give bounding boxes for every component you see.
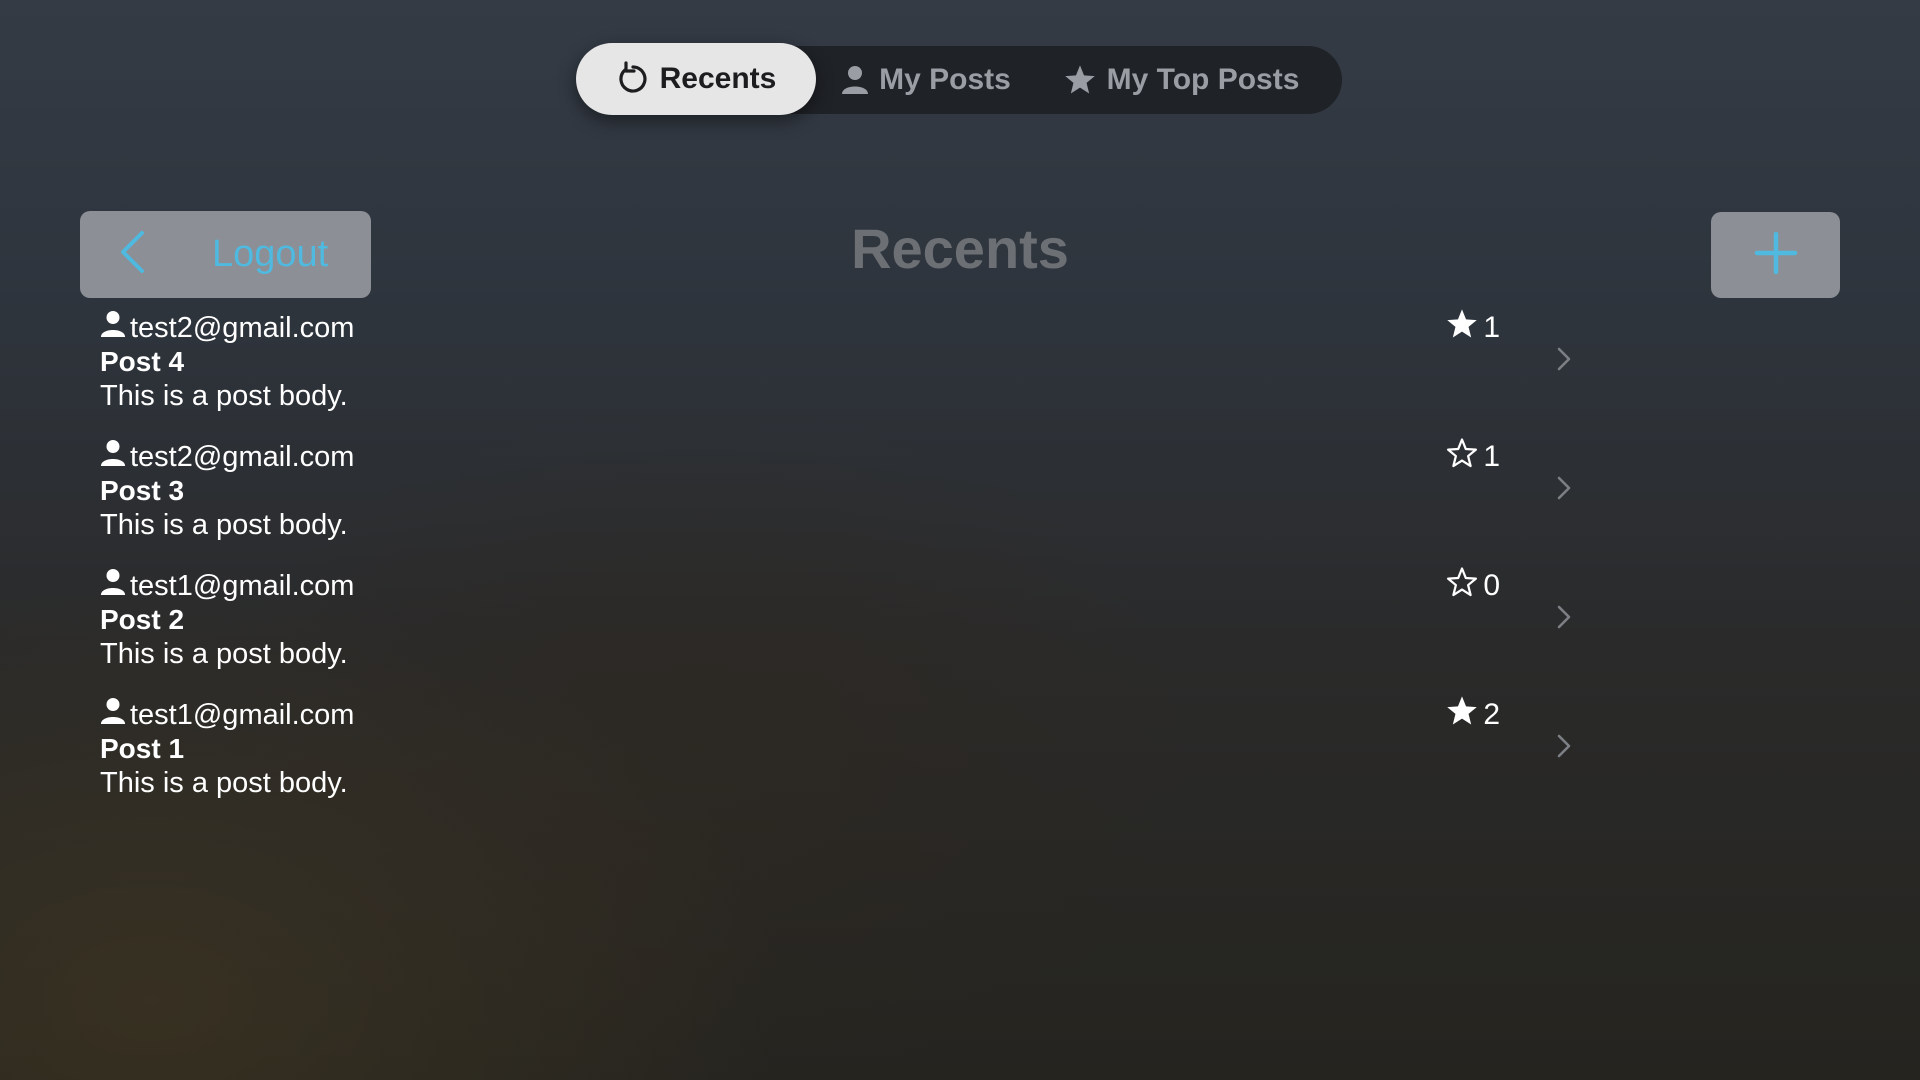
post-title: Post 1 xyxy=(100,733,185,764)
post-body: This is a post body. xyxy=(100,767,348,799)
person-icon xyxy=(100,568,126,604)
post-author-email: test2@gmail.com xyxy=(130,311,355,344)
post-row[interactable]: test1@gmail.com Post 2 This is a post bo… xyxy=(80,562,1840,691)
post-title: Post 3 xyxy=(100,475,185,506)
post-body: This is a post body. xyxy=(100,638,348,670)
tab-my-posts-label: My Posts xyxy=(879,63,1011,96)
person-icon xyxy=(100,697,126,733)
post-row[interactable]: test2@gmail.com Post 4 This is a post bo… xyxy=(80,304,1840,433)
star-filled-icon xyxy=(1445,308,1479,348)
tab-recents-label: Recents xyxy=(659,62,777,95)
post-list: test2@gmail.com Post 4 This is a post bo… xyxy=(80,304,1840,820)
post-author: test1@gmail.com xyxy=(100,568,354,604)
star-count: 2 xyxy=(1483,698,1500,731)
post-row[interactable]: test2@gmail.com Post 3 This is a post bo… xyxy=(80,433,1840,562)
tab-my-top-posts[interactable]: My Top Posts xyxy=(1036,46,1326,114)
page-title: Recents xyxy=(851,217,1069,280)
post-author-email: test1@gmail.com xyxy=(130,569,355,602)
post-author: test1@gmail.com xyxy=(100,697,354,733)
post-row[interactable]: test1@gmail.com Post 1 This is a post bo… xyxy=(80,691,1840,820)
add-post-button[interactable] xyxy=(1711,212,1840,298)
post-author: test2@gmail.com xyxy=(100,439,354,475)
person-icon xyxy=(100,310,126,346)
star-count: 0 xyxy=(1483,569,1500,602)
tab-my-posts[interactable]: My Posts xyxy=(816,46,1036,114)
chevron-right-icon xyxy=(1556,604,1572,635)
refresh-icon xyxy=(616,61,650,97)
chevron-right-icon xyxy=(1556,475,1572,506)
person-icon xyxy=(841,65,869,95)
post-author-email: test1@gmail.com xyxy=(130,698,355,731)
star-count-button[interactable]: 1 xyxy=(1445,308,1500,348)
star-filled-icon xyxy=(1445,695,1479,735)
star-icon xyxy=(1063,64,1097,96)
star-outline-icon xyxy=(1445,437,1479,477)
tab-bar: Recents My Posts My Top Posts xyxy=(576,43,1342,115)
post-body: This is a post body. xyxy=(100,380,348,412)
star-count-button[interactable]: 2 xyxy=(1445,695,1500,735)
tab-my-top-posts-label: My Top Posts xyxy=(1106,63,1300,96)
post-title: Post 2 xyxy=(100,604,185,635)
star-count-button[interactable]: 1 xyxy=(1445,437,1500,477)
star-count: 1 xyxy=(1483,440,1500,473)
star-count-button[interactable]: 0 xyxy=(1445,566,1500,606)
post-author-email: test2@gmail.com xyxy=(130,440,355,473)
star-count: 1 xyxy=(1483,311,1500,344)
person-icon xyxy=(100,439,126,475)
tab-recents[interactable]: Recents xyxy=(576,43,816,115)
post-title: Post 4 xyxy=(100,346,185,377)
post-author: test2@gmail.com xyxy=(100,310,354,346)
chevron-right-icon xyxy=(1556,346,1572,377)
chevron-right-icon xyxy=(1556,733,1572,764)
post-body: This is a post body. xyxy=(100,509,348,541)
plus-icon xyxy=(1754,231,1798,280)
star-outline-icon xyxy=(1445,566,1479,606)
